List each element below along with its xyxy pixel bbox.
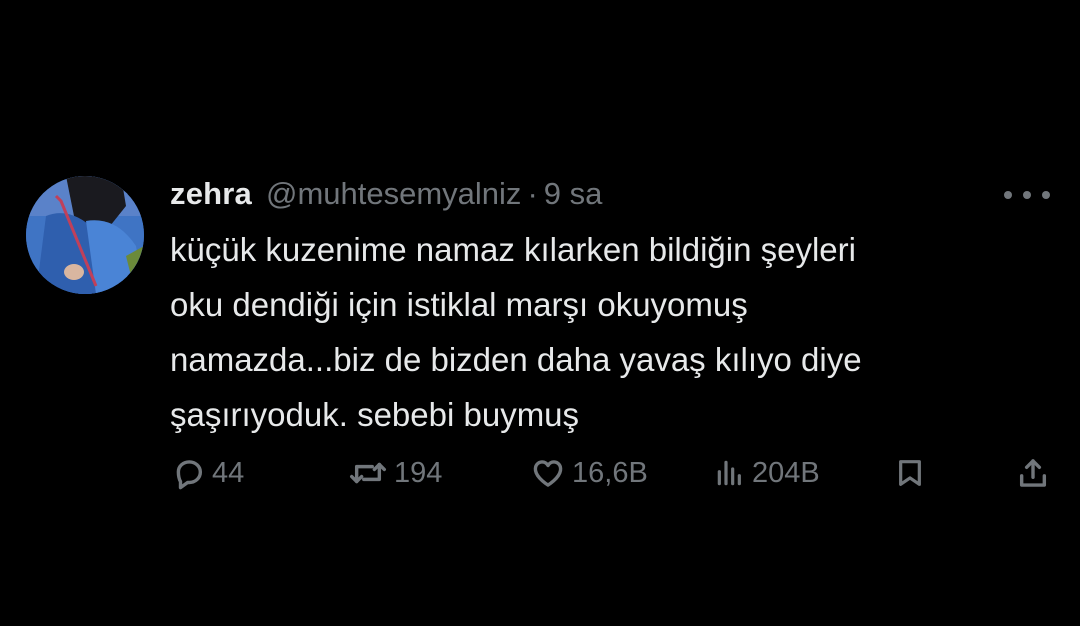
views-button[interactable]: 204B: [714, 450, 820, 496]
avatar[interactable]: [26, 176, 144, 294]
like-button[interactable]: 16,6B: [530, 450, 648, 496]
more-horizontal-icon[interactable]: [1004, 182, 1050, 208]
heart-icon: [533, 460, 563, 487]
tweet-text-line: namazda...biz de bizden daha yavaş kılıy…: [170, 341, 862, 378]
reply-button[interactable]: 44: [172, 450, 244, 496]
share-icon: [1019, 459, 1047, 487]
bookmark-button[interactable]: [894, 450, 926, 496]
share-button[interactable]: [1016, 450, 1050, 496]
repost-button[interactable]: 194: [348, 450, 442, 496]
tweet-text: küçük kuzenime namaz kılarken bildiğin ş…: [170, 222, 1050, 442]
views-count: 204B: [752, 456, 820, 489]
tweet: zehra @muhtesemyalniz · 9 sa küçük kuzen…: [0, 0, 1080, 626]
views-icon: [717, 460, 741, 486]
tweet-text-line: küçük kuzenime namaz kılarken bildiğin ş…: [170, 231, 856, 268]
avatar-image: [26, 176, 144, 294]
reply-icon: [176, 460, 203, 490]
reply-count: 44: [212, 456, 245, 489]
handle[interactable]: @muhtesemyalniz: [266, 176, 521, 212]
repost-icon: [350, 462, 386, 484]
separator-dot: ·: [527, 176, 538, 211]
like-count: 16,6B: [572, 456, 648, 489]
repost-count: 194: [394, 456, 443, 489]
bookmark-icon: [899, 460, 921, 486]
timestamp[interactable]: 9 sa: [544, 176, 603, 212]
tweet-header: zehra @muhtesemyalniz · 9 sa: [170, 172, 602, 216]
tweet-text-line: şaşırıyoduk. sebebi buymuş: [170, 396, 580, 433]
tweet-text-line: oku dendiği için istiklal marşı okuyomuş: [170, 286, 748, 323]
display-name[interactable]: zehra: [170, 176, 252, 212]
action-bar: 44 194 16,6B 204B: [0, 450, 1080, 496]
